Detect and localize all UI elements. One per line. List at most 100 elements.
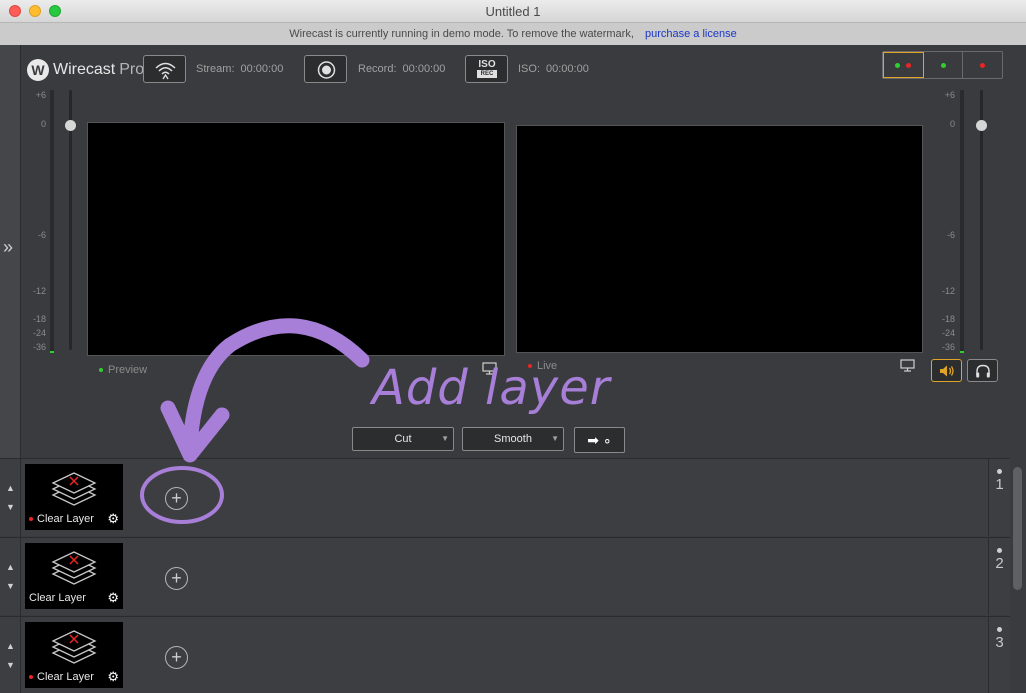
annotation-text: Add layer: [372, 360, 611, 416]
shot-name-text: Clear Layer: [29, 592, 86, 604]
red-dot-icon: [29, 517, 33, 522]
window-title: Untitled 1: [485, 4, 541, 19]
meter-tick: -36: [941, 342, 955, 352]
shot-thumbnail[interactable]: Clear Layer ⚙: [25, 543, 123, 609]
layer-number-text: 1: [995, 476, 1004, 493]
go-transition-button[interactable]: ➡ ∘: [574, 427, 625, 453]
layout-preview-live-button[interactable]: [883, 52, 924, 78]
layout-mode-group: [882, 51, 1003, 79]
plus-icon: +: [171, 647, 182, 667]
meter-tick: +6: [944, 90, 955, 100]
iso-rec-icon: ISO REC: [477, 60, 497, 79]
meter-tick: -6: [37, 230, 46, 240]
right-meter-scale: +6 0 -6 -12 -18 -24 -36: [941, 90, 955, 355]
gear-icon[interactable]: ⚙: [107, 511, 119, 527]
plus-icon: +: [171, 488, 182, 508]
app-logo: W Wirecast Pro: [27, 58, 144, 82]
layers-stack-icon: [51, 551, 97, 585]
preview-monitor[interactable]: [87, 122, 505, 356]
caret-down-icon: ▼: [551, 434, 559, 443]
layers-stack-icon: [51, 472, 97, 506]
layout-live-only-button[interactable]: [963, 52, 1002, 78]
shot-thumbnail[interactable]: Clear Layer ⚙: [25, 622, 123, 688]
layer-number-3[interactable]: 3: [988, 616, 1010, 693]
demo-mode-banner: Wirecast is currently running in demo mo…: [0, 23, 1026, 45]
layer-reorder-controls: ▲ ▼: [0, 459, 21, 537]
layers-scrollbar-thumb[interactable]: [1013, 467, 1022, 590]
iso-status: ISO: 00:00:00: [518, 63, 589, 75]
layer-number-2[interactable]: 2: [988, 537, 1010, 615]
red-dot-icon: [29, 675, 33, 680]
title-bar: Untitled 1: [0, 0, 1026, 23]
gear-icon[interactable]: ⚙: [107, 669, 119, 685]
add-shot-button[interactable]: +: [165, 567, 188, 590]
headphones-toggle-button[interactable]: [967, 359, 998, 382]
speaker-toggle-button[interactable]: [931, 359, 962, 382]
live-display-icon[interactable]: [900, 359, 915, 375]
meter-tick: -24: [32, 328, 46, 338]
layer-reorder-controls: ▲ ▼: [0, 617, 21, 693]
shot-name-text: Clear Layer: [37, 671, 94, 683]
record-icon: [317, 61, 336, 79]
speaker-icon: [939, 365, 954, 377]
gear-icon[interactable]: ⚙: [107, 590, 119, 606]
move-layer-up-icon[interactable]: ▲: [6, 562, 15, 572]
meter-tick: 0: [40, 119, 46, 129]
iso-time: 00:00:00: [546, 63, 589, 75]
stream-time: 00:00:00: [240, 63, 284, 75]
wifi-broadcast-icon: [155, 62, 176, 80]
right-volume-knob[interactable]: [976, 120, 987, 131]
iso-record-button[interactable]: ISO REC: [465, 55, 508, 83]
layer-row-2: ▲ ▼ Clear Layer ⚙ +: [0, 537, 988, 616]
meter-tick: -12: [941, 286, 955, 296]
add-shot-button[interactable]: +: [165, 487, 188, 510]
meter-tick: 0: [949, 119, 955, 129]
purchase-license-link[interactable]: purchase a license: [645, 28, 737, 40]
layout-preview-only-button[interactable]: [924, 52, 964, 78]
meter-tick: -12: [32, 286, 46, 296]
meter-tick: -24: [941, 328, 955, 338]
red-dot-icon: [980, 62, 986, 68]
stream-button[interactable]: [143, 55, 186, 83]
preview-label: Preview: [99, 364, 147, 376]
plus-icon: +: [171, 568, 182, 588]
shot-name: Clear Layer: [29, 592, 86, 604]
logo-edition: Pro: [119, 61, 145, 78]
green-dot-icon: [99, 368, 103, 373]
record-button[interactable]: [304, 55, 347, 83]
layer-number-1[interactable]: 1: [988, 458, 1010, 536]
move-layer-down-icon[interactable]: ▼: [6, 581, 15, 591]
preview-label-text: Preview: [108, 364, 148, 376]
move-layer-up-icon[interactable]: ▲: [6, 641, 15, 651]
smooth-label: Smooth: [494, 433, 532, 445]
smooth-transition-dropdown[interactable]: Smooth ▼: [462, 427, 564, 451]
shot-name: Clear Layer: [29, 671, 94, 683]
red-dot-icon: [906, 62, 912, 68]
move-layer-down-icon[interactable]: ▼: [6, 502, 15, 512]
left-meter-scale: +6 0 -6 -12 -18 -24 -36: [32, 90, 46, 355]
caret-down-icon: ▼: [441, 434, 449, 443]
iso-badge-top: ISO: [478, 59, 496, 70]
meter-tick: -18: [941, 314, 955, 324]
shot-thumbnail[interactable]: Clear Layer ⚙: [25, 464, 123, 530]
live-monitor[interactable]: [516, 125, 923, 353]
record-label: Record:: [358, 63, 397, 75]
cut-transition-dropdown[interactable]: Cut ▼: [352, 427, 454, 451]
layer-indicator-dot: [997, 627, 1002, 632]
move-layer-down-icon[interactable]: ▼: [6, 660, 15, 670]
add-shot-button[interactable]: +: [165, 646, 188, 669]
wirecast-logo-icon: W: [27, 59, 49, 81]
green-dot-icon: [895, 62, 901, 68]
sidebar-toggle[interactable]: »: [0, 45, 21, 458]
layers-stack-icon: [51, 630, 97, 664]
meter-tick: -36: [32, 342, 46, 352]
shot-name: Clear Layer: [29, 513, 94, 525]
iso-badge-bottom: REC: [477, 70, 497, 78]
left-volume-knob[interactable]: [65, 120, 76, 131]
layer-reorder-controls: ▲ ▼: [0, 538, 21, 616]
meter-tick: -18: [32, 314, 46, 324]
move-layer-up-icon[interactable]: ▲: [6, 483, 15, 493]
stream-label: Stream:: [196, 63, 235, 75]
layer-number-text: 3: [995, 634, 1004, 651]
meter-tick: +6: [35, 90, 46, 100]
